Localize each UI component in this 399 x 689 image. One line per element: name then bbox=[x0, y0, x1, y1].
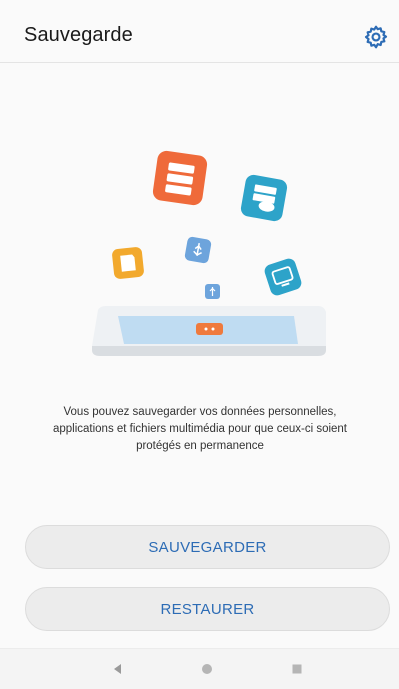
pc-icon bbox=[264, 258, 302, 296]
home-icon[interactable] bbox=[199, 661, 215, 677]
app-header: Sauvegarde bbox=[0, 0, 399, 62]
recent-apps-icon[interactable] bbox=[289, 661, 305, 677]
description-line-2: applications et fichiers multimédia pour… bbox=[52, 423, 348, 435]
usb-icon bbox=[184, 236, 212, 264]
files-icon bbox=[152, 150, 208, 206]
cloud-backup-icon bbox=[240, 174, 288, 222]
usb-small-icon bbox=[205, 284, 220, 299]
backup-description: Vous pouvez sauvegarder vos données pers… bbox=[30, 404, 370, 455]
restore-button[interactable]: RESTAURER bbox=[25, 587, 390, 631]
gear-icon[interactable] bbox=[363, 24, 389, 50]
page-title: Sauvegarde bbox=[24, 24, 133, 46]
backup-button[interactable]: SAUVEGARDER bbox=[25, 525, 390, 569]
navigation-bar bbox=[0, 648, 399, 689]
sd-card-icon bbox=[112, 247, 144, 279]
description-line-1: Vous pouvez sauvegarder vos données pers… bbox=[63, 406, 337, 418]
header-divider bbox=[0, 62, 399, 63]
back-icon[interactable] bbox=[110, 661, 126, 677]
phone-icon bbox=[92, 306, 326, 356]
backup-illustration bbox=[92, 150, 326, 356]
description-line-3: protégés en permanence bbox=[136, 440, 264, 452]
